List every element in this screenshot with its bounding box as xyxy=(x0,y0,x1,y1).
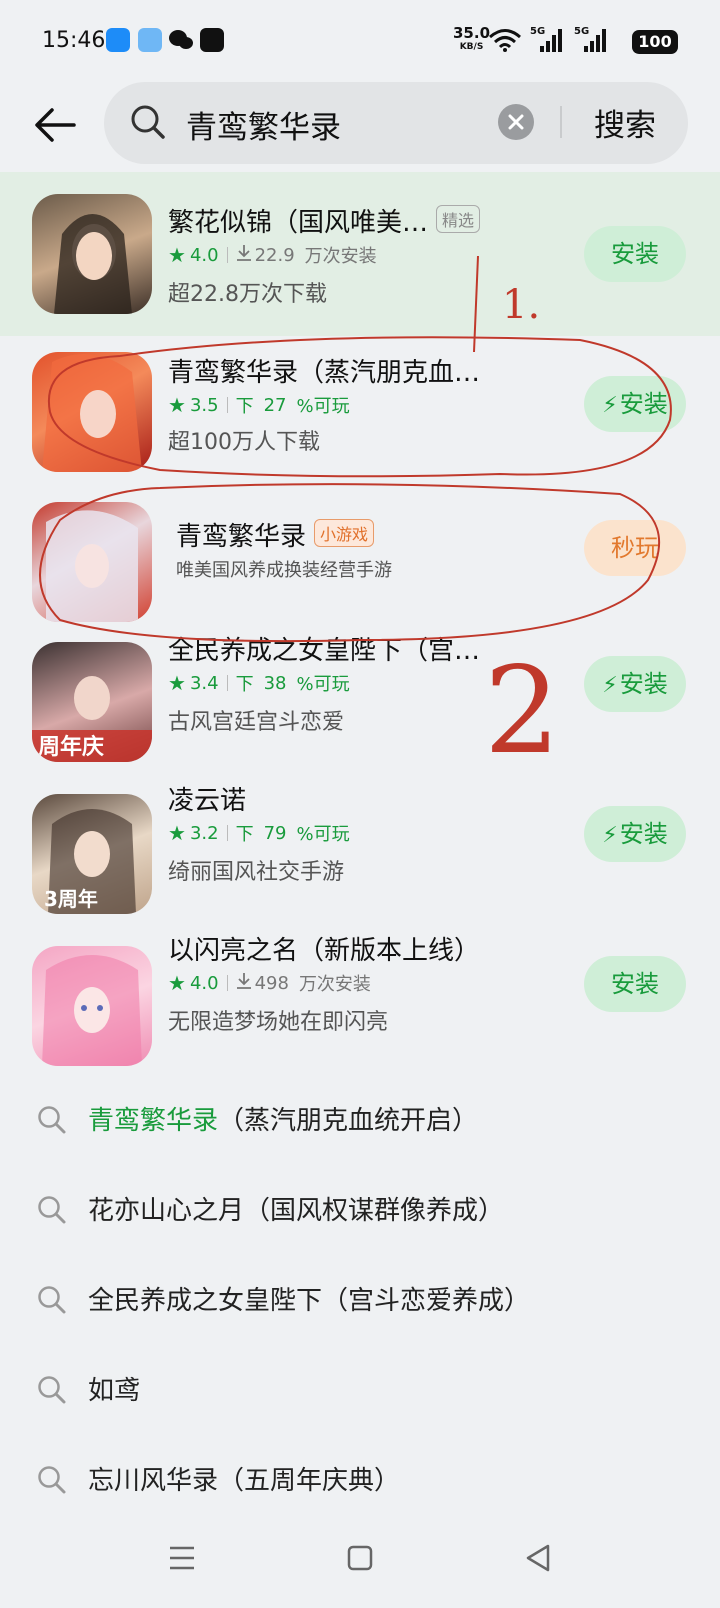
instant-install-button[interactable]: ⚡安装 xyxy=(584,656,686,712)
search-icon xyxy=(36,1284,68,1316)
app-title: 全民养成之女皇陛下（宫… xyxy=(168,636,481,666)
wechat-notification-icon xyxy=(168,28,194,52)
back-arrow-icon xyxy=(35,108,76,142)
app-title: 青鸾繁华录（蒸汽朋克血… xyxy=(168,358,481,388)
lightning-icon: ⚡ xyxy=(602,673,618,698)
menu-icon xyxy=(170,1546,194,1570)
home-button[interactable] xyxy=(340,1538,380,1578)
star-icon: ★ xyxy=(168,671,186,695)
app-icon: 3周年 xyxy=(32,794,152,914)
app-meta: ★ 3.4 下 38 %可玩 xyxy=(168,671,350,695)
battery-indicator: 100 xyxy=(632,30,678,54)
search-icon xyxy=(128,102,168,142)
app-list-item[interactable]: 3周年 凌云诺 ★ 3.2 下 79 %可玩 绮丽国风社交手游 ⚡安装 xyxy=(0,786,720,936)
lightning-icon: ⚡ xyxy=(602,393,618,418)
play-now-button[interactable]: 秒玩 xyxy=(584,520,686,576)
search-input[interactable]: 青鸾繁华录 xyxy=(186,102,341,147)
install-button[interactable]: 安装 xyxy=(584,956,686,1012)
app-list-item[interactable]: 繁花似锦（国风唯美… 精选 ★ 4.0 22.9 万次安装 超22.8万次下载 安装 xyxy=(0,172,720,336)
anniversary-badge: 3周年 xyxy=(44,887,98,911)
search-suggestion[interactable]: 花亦山心之月（国风权谋群像养成） xyxy=(0,1164,720,1254)
app-meta: ★ 3.5 下 27 %可玩 xyxy=(168,393,350,417)
app-title: 以闪亮之名（新版本上线） xyxy=(168,936,481,966)
app-title: 凌云诺 xyxy=(168,786,247,816)
suggestion-text: 忘川风华录（五周年庆典） xyxy=(88,1466,401,1496)
status-bar: 15:46 35.0 KB/S 5G 5G 100 xyxy=(0,0,720,84)
search-suggestion[interactable]: 青鸾繁华录（蒸汽朋克血统开启） xyxy=(0,1074,720,1164)
app-store-notification-icon xyxy=(106,28,130,52)
recent-apps-button[interactable] xyxy=(162,1538,202,1578)
install-button[interactable]: 安装 xyxy=(584,226,686,282)
suggestion-text: 如鸢 xyxy=(88,1376,141,1406)
app-icon xyxy=(32,502,152,622)
download-icon xyxy=(236,972,252,995)
app-icon xyxy=(32,194,152,314)
search-icon xyxy=(36,1194,68,1226)
star-icon: ★ xyxy=(168,971,186,995)
app-meta: ★ 4.0 22.9 万次安装 xyxy=(168,243,377,267)
search-suggestion[interactable]: 如鸢 xyxy=(0,1344,720,1434)
search-suggestion[interactable]: 忘川风华录（五周年庆典） xyxy=(0,1434,720,1524)
signal-2-icon: 5G xyxy=(574,26,610,54)
suggestion-text: 花亦山心之月（国风权谋群像养成） xyxy=(88,1196,505,1226)
search-icon xyxy=(36,1374,68,1406)
app-description: 古风宫廷宫斗恋爱 xyxy=(168,710,345,735)
app-list-item[interactable]: 周年庆 全民养成之女皇陛下（宫… ★ 3.4 下 38 %可玩 古风宫廷宫斗恋爱 … xyxy=(0,636,720,786)
app-icon xyxy=(32,946,152,1066)
search-suggestion[interactable]: 全民养成之女皇陛下（宫斗恋爱养成） xyxy=(0,1254,720,1344)
app-title: 繁花似锦（国风唯美… 精选 xyxy=(168,202,481,239)
star-icon: ★ xyxy=(168,243,186,267)
app-list-item[interactable]: 以闪亮之名（新版本上线） ★ 4.0 498 万次安装 无限造梦场她在即闪亮 安装 xyxy=(0,936,720,1086)
search-icon xyxy=(36,1464,68,1496)
back-button[interactable] xyxy=(30,100,80,150)
suggestion-text: 全民养成之女皇陛下（宫斗恋爱养成） xyxy=(88,1286,531,1316)
featured-tag: 精选 xyxy=(436,205,481,233)
download-icon xyxy=(236,244,252,267)
app-icon xyxy=(32,352,152,472)
app-description: 超100万人下载 xyxy=(168,430,320,455)
star-icon: ★ xyxy=(168,393,186,417)
search-submit-button[interactable]: 搜索 xyxy=(594,100,656,145)
square-icon xyxy=(347,1545,373,1571)
app-icon: 周年庆 xyxy=(32,642,152,762)
system-nav-bar xyxy=(0,1530,720,1608)
instant-install-button[interactable]: ⚡安装 xyxy=(584,806,686,862)
search-bar[interactable]: 青鸾繁华录 搜索 xyxy=(104,82,688,164)
status-time: 15:46 xyxy=(42,28,106,53)
network-speed: 35.0 KB/S xyxy=(453,24,491,53)
app-description: 唯美国风养成换装经营手游 xyxy=(176,560,392,581)
app-title: 青鸾繁华录 小游戏 xyxy=(176,516,375,553)
app-meta: ★ 3.2 下 79 %可玩 xyxy=(168,821,350,845)
star-icon: ★ xyxy=(168,821,186,845)
app-list-item[interactable]: 青鸾繁华录（蒸汽朋克血… ★ 3.5 下 27 %可玩 超100万人下载 ⚡安装 xyxy=(0,336,720,486)
close-icon xyxy=(508,114,524,130)
lightning-icon: ⚡ xyxy=(602,823,618,848)
instant-install-button[interactable]: ⚡安装 xyxy=(584,376,686,432)
back-nav-button[interactable] xyxy=(518,1538,558,1578)
weather-notification-icon xyxy=(138,28,162,52)
app-description: 无限造梦场她在即闪亮 xyxy=(168,1010,389,1035)
mini-game-tag: 小游戏 xyxy=(314,519,375,547)
wifi-icon xyxy=(488,28,522,56)
app-list-item[interactable]: 青鸾繁华录 小游戏 唯美国风养成换装经营手游 秒玩 xyxy=(0,486,720,636)
anniversary-badge: 周年庆 xyxy=(38,734,104,760)
app-meta: ★ 4.0 498 万次安装 xyxy=(168,971,371,995)
clear-search-button[interactable] xyxy=(498,104,534,140)
search-divider xyxy=(560,106,562,138)
app-description: 超22.8万次下载 xyxy=(168,282,327,307)
search-icon xyxy=(36,1104,68,1136)
app-description: 绮丽国风社交手游 xyxy=(168,860,345,885)
suggestion-text: 青鸾繁华录（蒸汽朋克血统开启） xyxy=(88,1106,479,1136)
signal-1-icon: 5G xyxy=(530,26,566,54)
triangle-back-icon xyxy=(526,1544,550,1572)
tiktok-notification-icon xyxy=(200,28,224,52)
